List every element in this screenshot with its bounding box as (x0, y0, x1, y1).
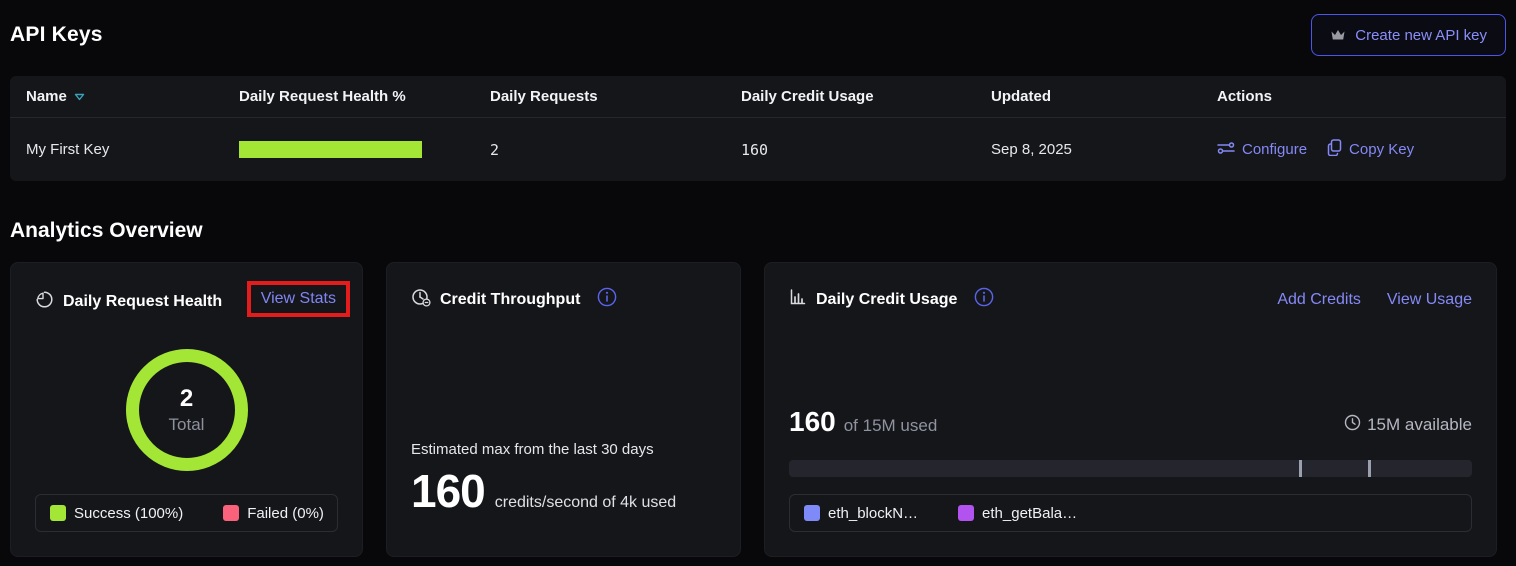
health-legend: Success (100%) Failed (0%) (35, 494, 338, 532)
highlight-box: View Stats (247, 281, 350, 317)
throughput-value-row: 160 credits/second of 4k used (411, 464, 716, 518)
column-header-daily-credit-usage: Daily Credit Usage (725, 88, 975, 105)
success-swatch (50, 505, 66, 521)
create-api-key-button[interactable]: Create new API key (1311, 14, 1506, 56)
table-header-row: Name Daily Request Health % Daily Reques… (10, 76, 1506, 118)
info-icon[interactable] (597, 287, 617, 312)
crown-icon (1330, 28, 1346, 42)
analytics-cards: Daily Request Health View Stats 2 Total … (10, 262, 1506, 557)
eth-blocknumber-swatch (804, 505, 820, 521)
api-key-name: My First Key (10, 141, 223, 158)
gauge-icon (411, 288, 431, 312)
daily-request-health-card: Daily Request Health View Stats 2 Total … (10, 262, 363, 557)
throughput-value: 160 (411, 464, 485, 518)
top-bar: API Keys Create new API key (10, 12, 1506, 58)
credit-throughput-title: Credit Throughput (440, 291, 580, 309)
credit-throughput-header: Credit Throughput (411, 287, 716, 312)
usage-card-links: Add Credits View Usage (1277, 291, 1472, 309)
daily-requests-value: 2 (474, 141, 725, 159)
add-credits-link[interactable]: Add Credits (1277, 291, 1361, 309)
copy-key-label: Copy Key (1349, 141, 1414, 158)
api-keys-table: Name Daily Request Health % Daily Reques… (10, 76, 1506, 181)
analytics-overview-heading: Analytics Overview (10, 219, 1506, 243)
credit-throughput-card: Credit Throughput Estimated max from the… (386, 262, 741, 557)
eth-blocknumber-label: eth_blockN… (828, 505, 918, 522)
progress-tick (1368, 460, 1371, 477)
updated-value: Sep 8, 2025 (975, 141, 1201, 158)
legend-item-success: Success (100%) (50, 505, 183, 522)
configure-link[interactable]: Configure (1217, 141, 1307, 159)
credits-available-label: 15M available (1367, 415, 1472, 435)
pie-chart-icon (35, 290, 54, 314)
usage-summary-row: 160 of 15M used 15M available (789, 406, 1472, 438)
sliders-icon (1217, 141, 1235, 159)
failed-label: Failed (0%) (247, 505, 324, 522)
daily-credit-usage-header: Daily Credit Usage Add Credits View Usag… (789, 287, 1472, 312)
legend-item-failed: Failed (0%) (223, 505, 324, 522)
health-donut-chart: 2 Total (35, 349, 338, 471)
health-bar-cell (223, 141, 474, 158)
copy-key-link[interactable]: Copy Key (1327, 139, 1414, 160)
clock-icon (1344, 414, 1361, 436)
page-title: API Keys (10, 23, 103, 47)
sort-descending-icon (74, 88, 85, 105)
throughput-unit: credits/second of 4k used (495, 494, 676, 512)
daily-credit-usage-title: Daily Credit Usage (816, 291, 957, 309)
daily-credit-usage-card: Daily Credit Usage Add Credits View Usag… (764, 262, 1497, 557)
eth-getbalance-swatch (958, 505, 974, 521)
daily-credit-usage-value: 160 (725, 141, 975, 159)
table-row: My First Key 2 160 Sep 8, 2025 (10, 118, 1506, 181)
actions-cell: Configure Copy Key (1201, 139, 1506, 160)
view-usage-link[interactable]: View Usage (1387, 291, 1472, 309)
column-header-health: Daily Request Health % (223, 88, 474, 105)
column-header-daily-requests: Daily Requests (474, 88, 725, 105)
eth-getbalance-label: eth_getBala… (982, 505, 1077, 522)
credit-usage-progress-bar (789, 460, 1472, 477)
daily-request-health-header: Daily Request Health View Stats (35, 287, 338, 317)
donut-ring: 2 Total (126, 349, 248, 471)
copy-icon (1327, 139, 1342, 160)
usage-legend: eth_blockN… eth_getBala… (789, 494, 1472, 532)
dashboard-page: API Keys Create new API key Name Daily R… (0, 12, 1516, 557)
create-api-key-label: Create new API key (1355, 27, 1487, 44)
donut-total-value: 2 (180, 385, 193, 413)
progress-tick (1299, 460, 1302, 477)
configure-label: Configure (1242, 141, 1307, 158)
credits-used-value: 160 (789, 406, 836, 438)
view-stats-link[interactable]: View Stats (261, 290, 336, 307)
legend-item-eth-blocknumber: eth_blockN… (804, 505, 918, 522)
column-header-name[interactable]: Name (10, 88, 223, 105)
success-label: Success (100%) (74, 505, 183, 522)
donut-total-label: Total (169, 415, 205, 435)
throughput-subtitle: Estimated max from the last 30 days (411, 441, 716, 458)
credits-available: 15M available (1344, 414, 1472, 436)
health-bar (239, 141, 422, 158)
failed-swatch (223, 505, 239, 521)
credits-used-suffix: of 15M used (844, 416, 938, 436)
column-header-actions: Actions (1201, 88, 1506, 105)
daily-request-health-title: Daily Request Health (63, 293, 222, 311)
bar-chart-icon (789, 288, 807, 311)
info-icon[interactable] (974, 287, 994, 312)
legend-item-eth-getbalance: eth_getBala… (958, 505, 1077, 522)
column-header-updated: Updated (975, 88, 1201, 105)
